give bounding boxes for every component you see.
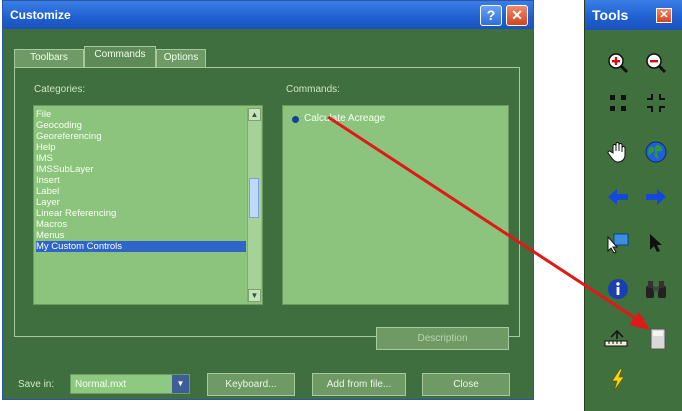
annotation-arrow	[327, 115, 650, 330]
